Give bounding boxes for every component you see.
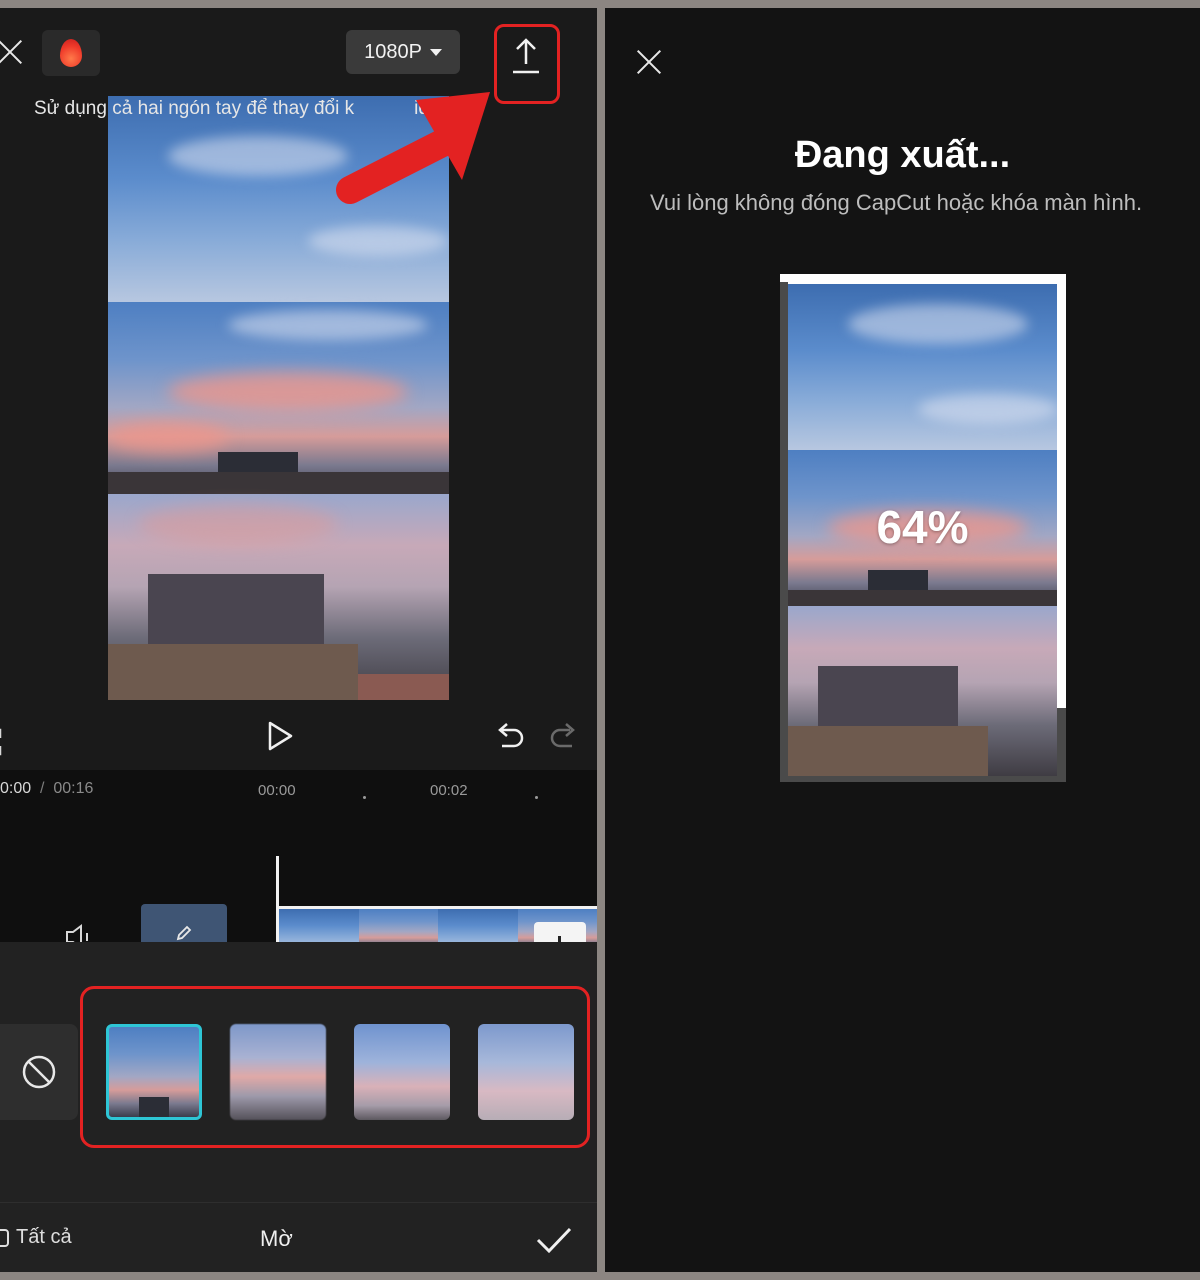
all-icon (0, 1228, 9, 1247)
fullscreen-icon[interactable] (0, 728, 12, 756)
resolution-label: 1080P (364, 40, 422, 63)
close-icon[interactable] (0, 38, 24, 66)
edit-pencil-icon (176, 925, 192, 941)
tick-dot (535, 796, 538, 799)
undo-icon[interactable] (494, 722, 526, 752)
redo-icon[interactable] (548, 722, 578, 752)
export-progress-percent: 64% (876, 501, 969, 553)
divider (0, 1202, 597, 1203)
export-panel: Đang xuất... Vui lòng không đóng CapCut … (605, 8, 1200, 1272)
play-icon[interactable] (266, 720, 294, 752)
preview-segment-middle (108, 302, 449, 494)
none-option[interactable] (0, 1024, 78, 1120)
flame-icon (60, 39, 82, 67)
caret-down-icon (429, 48, 442, 56)
none-icon (22, 1055, 56, 1089)
apply-all-label: Tất cả (16, 1226, 72, 1248)
close-icon[interactable] (635, 48, 663, 76)
time-readout: 0:00 / 00:16 (0, 780, 94, 797)
checkmark-icon[interactable] (536, 1226, 572, 1254)
tick-label: 00:00 (258, 782, 296, 799)
tick-dot (363, 796, 366, 799)
apply-all-button[interactable]: Tất cả (0, 1226, 72, 1249)
export-subtitle: Vui lòng không đóng CapCut hoặc khóa màn… (650, 190, 1143, 215)
preview-segment-bottom (108, 494, 449, 700)
progress-frame-unfilled-left (780, 282, 788, 782)
sheet-title: Mờ (260, 1226, 293, 1251)
tick-label: 00:02 (430, 782, 468, 799)
pro-flame-button[interactable] (42, 30, 100, 76)
resolution-selector[interactable]: 1080P (346, 30, 460, 74)
export-title: Đang xuất... (794, 134, 1011, 176)
editor-panel: 1080P Sử dụng cả hai ngón tay để thay đổ… (0, 8, 597, 1272)
blur-options-highlight-box (80, 986, 590, 1148)
red-arrow-annotation (336, 92, 490, 204)
